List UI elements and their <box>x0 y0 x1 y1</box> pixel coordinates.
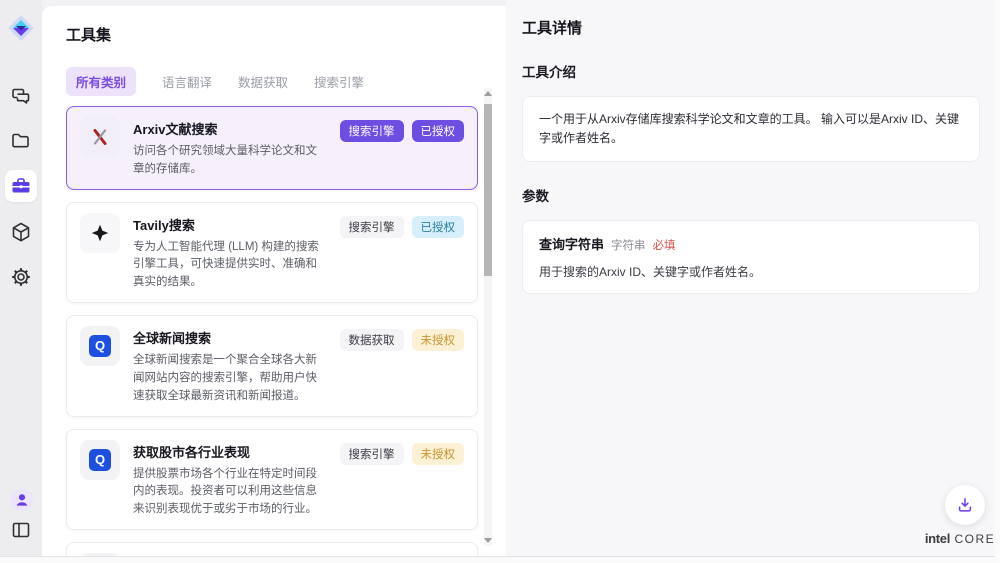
tab-search-engine[interactable]: 搜索引擎 <box>314 67 364 96</box>
download-icon <box>955 495 975 515</box>
tool-card-tavily[interactable]: Tavily搜索 专为人工智能代理 (LLM) 构建的搜索引擎工具，可快速提供实… <box>66 202 478 303</box>
category-tabs: 所有类别 语言翻译 数据获取 搜索引擎 <box>66 67 478 96</box>
tool-text: Tavily搜索 专为人工智能代理 (LLM) 构建的搜索引擎工具，可快速提供实… <box>133 213 327 292</box>
folder-icon[interactable] <box>10 130 32 152</box>
q-glyph: Q <box>89 449 111 471</box>
intro-text: 一个用于从Arxiv存储库搜索科学论文和文章的工具。 输入可以是Arxiv ID… <box>539 110 963 148</box>
tool-description: 全球新闻搜索是一个聚合全球各大新闻网站内容的搜索引擎，帮助用户快速获取全球最新资… <box>133 352 327 405</box>
tab-data-fetch[interactable]: 数据获取 <box>238 67 288 96</box>
category-badge: 搜索引擎 <box>340 443 404 465</box>
param-box: 查询字符串 字符串 必填 用于搜索的Arxiv ID、关键字或作者姓名。 <box>522 220 980 294</box>
auth-status-badge: 已授权 <box>412 120 465 142</box>
sidebar-rail <box>0 0 42 556</box>
param-type: 字符串 <box>611 237 646 253</box>
tool-name: Tavily搜索 <box>133 215 327 234</box>
tool-name: 全球新闻搜索 <box>133 328 327 347</box>
tavily-star-icon <box>80 213 120 253</box>
tab-all-categories[interactable]: 所有类别 <box>66 67 136 96</box>
auth-status-badge: 未授权 <box>412 443 465 465</box>
user-avatar-icon[interactable] <box>10 488 34 512</box>
tool-card-list: Arxiv文献搜索 访问各个研究领域大量科学论文和文章的存储库。 搜索引擎 已授… <box>66 106 478 563</box>
panel-toggle-icon[interactable] <box>10 519 32 541</box>
tool-text: Arxiv文献搜索 访问各个研究领域大量科学论文和文章的存储库。 <box>133 117 327 179</box>
tool-card-arxiv[interactable]: Arxiv文献搜索 访问各个研究领域大量科学论文和文章的存储库。 搜索引擎 已授… <box>66 106 478 190</box>
chat-icon[interactable] <box>10 86 32 108</box>
tool-card-sector-performance[interactable]: Q 获取股市各行业表现 提供股票市场各个行业在特定时间段内的表现。投资者可以利用… <box>66 429 478 530</box>
intro-heading: 工具介绍 <box>522 61 980 81</box>
param-name: 查询字符串 <box>539 234 604 253</box>
brand-gem-logo-icon <box>7 14 35 42</box>
scrollbar-up-arrow-icon[interactable] <box>484 91 492 96</box>
tool-badges: 搜索引擎 未授权 <box>340 443 465 519</box>
param-header: 查询字符串 字符串 必填 <box>539 234 963 253</box>
category-badge: 搜索引擎 <box>340 216 404 238</box>
tool-text: 获取股市各行业表现 提供股票市场各个行业在特定时间段内的表现。投资者可以利用这些… <box>133 440 327 519</box>
list-scrollbar[interactable] <box>484 88 492 546</box>
intel-brand-text: intel <box>925 531 950 546</box>
scrollbar-down-arrow-icon[interactable] <box>484 538 492 543</box>
scrollbar-thumb[interactable] <box>484 104 492 276</box>
tool-text: 全球新闻搜索 全球新闻搜索是一个聚合全球各大新闻网站内容的搜索引擎，帮助用户快速… <box>133 326 327 405</box>
auth-status-badge: 未授权 <box>412 329 465 351</box>
category-badge: 数据获取 <box>340 329 404 351</box>
q-blue-icon: Q <box>80 440 120 480</box>
settings-gear-icon[interactable] <box>10 266 32 288</box>
q-blue-icon: Q <box>80 326 120 366</box>
window-right-edge <box>995 0 1000 563</box>
tool-name: 获取股市各行业表现 <box>133 442 327 461</box>
auth-status-badge: 已授权 <box>412 216 465 238</box>
tool-description: 访问各个研究领域大量科学论文和文章的存储库。 <box>133 143 327 179</box>
tab-language-translation[interactable]: 语言翻译 <box>162 67 212 96</box>
tool-detail-panel: 工具详情 工具介绍 一个用于从Arxiv存储库搜索科学论文和文章的工具。 输入可… <box>506 0 995 556</box>
q-glyph: Q <box>89 335 111 357</box>
app-window: 工具集 所有类别 语言翻译 数据获取 搜索引擎 A <box>0 0 1000 563</box>
tool-card-global-news[interactable]: Q 全球新闻搜索 全球新闻搜索是一个聚合全球各大新闻网站内容的搜索引擎，帮助用户… <box>66 315 478 416</box>
detail-title: 工具详情 <box>522 17 980 38</box>
toolbox-icon[interactable] <box>5 170 37 202</box>
tool-badges: 数据获取 未授权 <box>340 329 465 405</box>
param-required-flag: 必填 <box>653 237 676 253</box>
category-badge: 搜索引擎 <box>340 120 404 142</box>
core-brand-text: core <box>955 532 996 546</box>
cube-icon[interactable] <box>10 221 32 243</box>
download-button[interactable] <box>945 485 985 525</box>
intro-box: 一个用于从Arxiv存储库搜索科学论文和文章的工具。 输入可以是Arxiv ID… <box>522 96 980 162</box>
tool-description: 提供股票市场各个行业在特定时间段内的表现。投资者可以利用这些信息来识别表现优于或… <box>133 466 327 519</box>
params-heading: 参数 <box>522 185 980 205</box>
window-bottom-edge <box>0 556 1000 563</box>
tool-badges: 搜索引擎 已授权 <box>340 120 465 179</box>
page-title: 工具集 <box>66 24 478 45</box>
param-description: 用于搜索的Arxiv ID、关键字或作者姓名。 <box>539 263 963 280</box>
tool-list-panel: 工具集 所有类别 语言翻译 数据获取 搜索引擎 A <box>42 6 506 556</box>
arxiv-logo-icon <box>80 117 120 157</box>
tool-name: Arxiv文献搜索 <box>133 119 327 138</box>
tool-badges: 搜索引擎 已授权 <box>340 216 465 292</box>
tool-description: 专为人工智能代理 (LLM) 构建的搜索引擎工具，可快速提供实时、准确和真实的结… <box>133 239 327 292</box>
